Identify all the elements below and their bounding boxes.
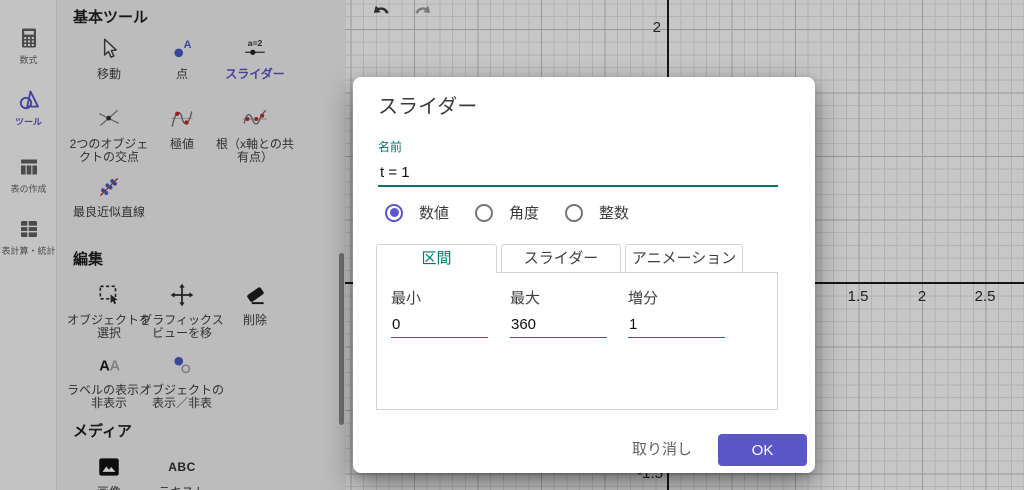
radio-number[interactable] [385,203,403,222]
radio-integer-label[interactable]: 整数 [599,202,629,223]
slider-type-radio-group: 数値 角度 整数 [385,202,655,223]
name-input[interactable] [378,159,778,187]
radio-angle[interactable] [475,203,494,222]
increment-label: 増分 [628,290,659,307]
dialog-tabs: 区間 スライダー アニメーション [376,244,743,273]
geogebra-app: 2 1.5 2 2.5 -1.5 数式 ツール 表の作成 表計算・統計 基本ツー… [0,0,1024,490]
tab-animation[interactable]: アニメーション [625,244,743,273]
radio-number-label[interactable]: 数値 [419,202,449,223]
ok-button[interactable]: OK [718,434,807,466]
tab-interval[interactable]: 区間 [376,244,497,273]
max-input[interactable] [510,316,607,338]
dialog-title: スライダー [378,96,478,118]
min-input[interactable] [391,316,488,338]
min-field: 最小 [391,287,489,338]
increment-field: 増分 [628,287,726,338]
tab-slider[interactable]: スライダー [501,244,621,273]
min-label: 最小 [391,290,422,307]
interval-tab-panel: 最小 最大 増分 [376,272,778,410]
radio-angle-label[interactable]: 角度 [509,202,539,223]
max-field: 最大 [510,287,608,338]
name-field-label: 名前 [378,140,403,154]
increment-input[interactable] [628,316,725,338]
slider-dialog: スライダー 名前 数値 角度 整数 区間 スライダー アニメーション 最小 最大 [353,77,815,473]
max-label: 最大 [510,290,541,307]
radio-integer[interactable] [565,203,584,222]
cancel-button[interactable]: 取り消し [624,434,700,466]
